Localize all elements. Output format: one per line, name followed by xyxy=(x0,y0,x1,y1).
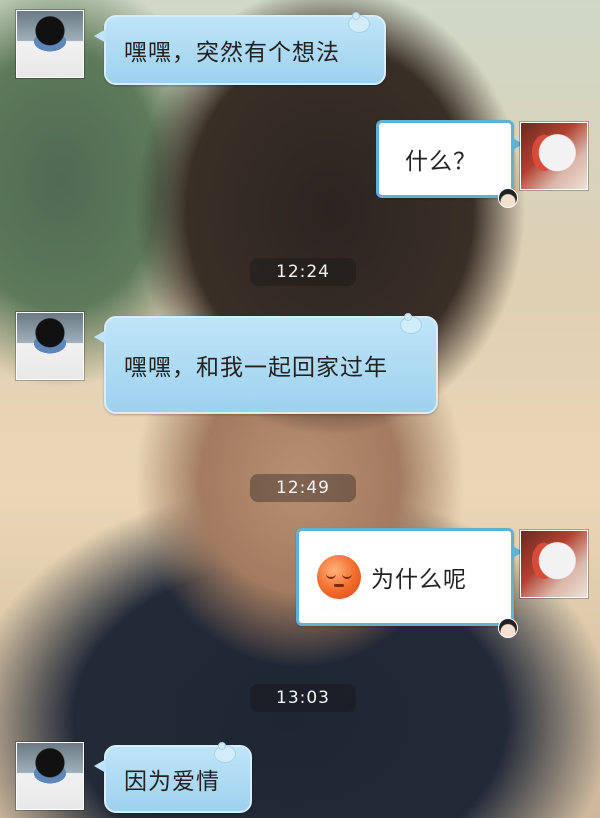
bubble-decoration-icon xyxy=(214,742,236,763)
friend-avatar[interactable] xyxy=(16,312,84,380)
incoming-message-bubble[interactable]: 嘿嘿，和我一起回家过年 xyxy=(94,313,438,414)
message-text: 嘿嘿，突然有个想法 xyxy=(124,40,340,66)
friend-avatar[interactable] xyxy=(16,10,84,78)
bubble-character-icon xyxy=(498,188,518,208)
timestamp: 12:24 xyxy=(250,258,356,286)
incoming-message-bubble[interactable]: 因为爱情 xyxy=(94,742,252,813)
bubble-character-icon xyxy=(498,618,518,638)
message-text: 为什么呢 xyxy=(371,567,467,593)
my-avatar[interactable] xyxy=(520,122,588,190)
incoming-message-bubble[interactable]: 嘿嘿，突然有个想法 xyxy=(94,12,386,85)
message-text: 什么？ xyxy=(405,149,477,175)
sleepy-face-emoji-icon xyxy=(317,555,361,599)
outgoing-message-bubble[interactable]: 什么？ xyxy=(376,120,523,198)
timestamp: 13:03 xyxy=(250,684,356,712)
bubble-decoration-icon xyxy=(400,313,422,334)
outgoing-message-bubble[interactable]: 为什么呢 xyxy=(296,528,523,626)
timestamp: 12:49 xyxy=(250,474,356,502)
message-text: 因为爱情 xyxy=(124,769,220,795)
friend-avatar[interactable] xyxy=(16,742,84,810)
bubble-decoration-icon xyxy=(348,12,370,33)
my-avatar[interactable] xyxy=(520,530,588,598)
message-text: 嘿嘿，和我一起回家过年 xyxy=(124,355,388,381)
